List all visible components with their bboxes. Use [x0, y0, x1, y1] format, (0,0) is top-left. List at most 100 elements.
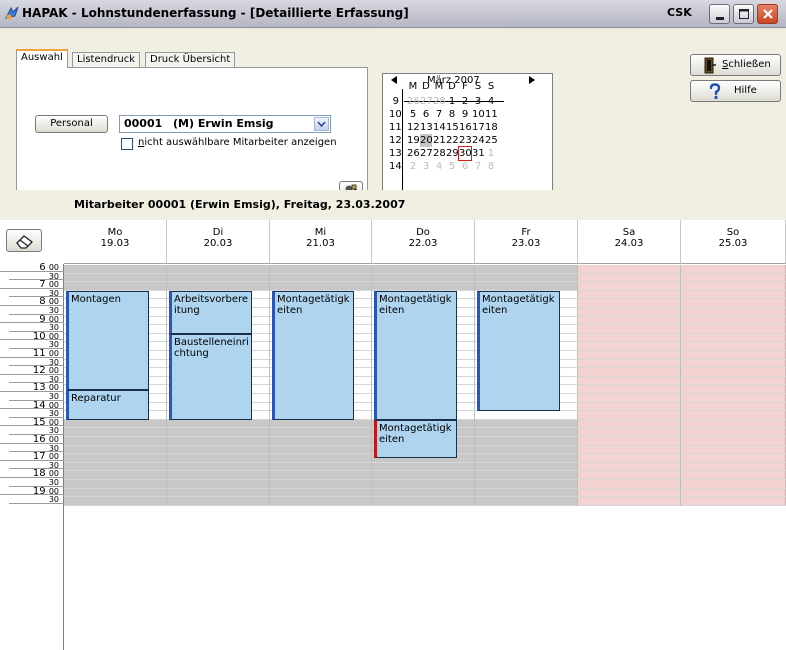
time-entry[interactable]: Montagetätigkeiten [374, 419, 457, 459]
time-slot[interactable] [475, 273, 578, 283]
tab-druck-uebersicht[interactable]: Druck Übersicht [145, 52, 236, 67]
time-slot[interactable] [681, 385, 786, 394]
time-slot[interactable] [681, 471, 786, 480]
time-slot[interactable] [167, 488, 270, 498]
calendar-day[interactable]: 12 [407, 121, 420, 134]
time-slot[interactable] [167, 282, 270, 291]
time-slot[interactable] [167, 497, 270, 506]
time-slot[interactable] [372, 462, 475, 472]
calendar-day[interactable]: 5 [407, 108, 419, 121]
time-slot[interactable] [475, 411, 578, 420]
time-slot[interactable] [167, 265, 270, 274]
calendar-day[interactable]: 18 [485, 121, 498, 134]
time-slot[interactable] [64, 488, 167, 498]
time-slot[interactable] [167, 445, 270, 455]
time-slot[interactable] [578, 497, 681, 506]
calendar-day[interactable]: 2 [407, 160, 419, 173]
time-slot[interactable] [578, 445, 681, 455]
time-slot[interactable] [681, 480, 786, 489]
calendar-day[interactable]: 17 [472, 121, 485, 134]
time-slot[interactable] [681, 325, 786, 334]
time-slot[interactable] [64, 428, 167, 437]
employee-select[interactable]: 00001 (M) Erwin Emsig [119, 115, 331, 133]
time-slot[interactable] [578, 333, 681, 343]
calendar-day[interactable]: 19 [407, 134, 420, 147]
time-slot[interactable] [167, 471, 270, 480]
time-slot[interactable] [681, 265, 786, 274]
day-header-so[interactable]: So 25.03 [681, 220, 786, 264]
time-slot[interactable] [475, 462, 578, 472]
time-slot[interactable] [475, 437, 578, 446]
day-header-di[interactable]: Di 20.03 [167, 220, 270, 264]
time-slot[interactable] [681, 351, 786, 360]
time-slot[interactable] [578, 471, 681, 480]
time-slot[interactable] [270, 265, 372, 274]
calendar-day[interactable]: 29 [446, 147, 459, 160]
title-bar[interactable]: HAPAK - Lohnstundenerfassung - [Detailli… [0, 0, 786, 28]
tab-auswahl[interactable]: Auswahl [16, 49, 68, 68]
day-header-do[interactable]: Do 22.03 [372, 220, 475, 264]
time-slot[interactable] [578, 394, 681, 403]
time-slot[interactable] [578, 273, 681, 283]
calendar-day[interactable]: 3 [420, 160, 432, 173]
time-slot[interactable] [270, 428, 372, 437]
time-slot[interactable] [475, 282, 578, 291]
time-slot[interactable] [681, 299, 786, 308]
day-header-mo[interactable]: Mo 19.03 [64, 220, 167, 264]
time-slot[interactable] [578, 325, 681, 334]
time-slot[interactable] [681, 394, 786, 403]
previous-month-icon[interactable] [391, 76, 397, 84]
time-slot[interactable] [578, 359, 681, 369]
time-slot[interactable] [475, 428, 578, 437]
time-slot[interactable] [681, 376, 786, 386]
time-slot[interactable] [578, 282, 681, 291]
time-slot[interactable] [578, 454, 681, 463]
calendar-day[interactable]: 4 [485, 95, 497, 108]
time-slot[interactable] [475, 471, 578, 480]
time-slot[interactable] [681, 428, 786, 437]
calendar-day[interactable]: 21 [433, 134, 446, 147]
time-slot[interactable] [270, 282, 372, 291]
time-slot[interactable] [372, 265, 475, 274]
time-slot[interactable] [270, 497, 372, 506]
calendar-day[interactable]: 28 [433, 95, 446, 108]
time-slot[interactable] [681, 308, 786, 317]
time-slot[interactable] [167, 428, 270, 437]
calendar-day[interactable]: 26 [407, 147, 420, 160]
time-slot[interactable] [167, 480, 270, 489]
calendar-day[interactable]: 1 [446, 95, 458, 108]
calendar-day[interactable]: 3 [472, 95, 484, 108]
calendar-day[interactable]: 22 [446, 134, 459, 147]
time-entry[interactable]: Reparatur [66, 389, 149, 420]
calendar-day[interactable]: 9 [459, 108, 471, 121]
time-slot[interactable] [64, 265, 167, 274]
time-slot[interactable] [64, 471, 167, 480]
time-slot[interactable] [167, 454, 270, 463]
calendar-day[interactable]: 31 [472, 147, 485, 160]
show-unselectable-label[interactable]: nicht auswählbare Mitarbeiter anzeigen [138, 137, 337, 148]
time-slot[interactable] [372, 488, 475, 498]
time-slot[interactable] [578, 342, 681, 351]
help-button[interactable]: Hilfe [690, 80, 781, 102]
calendar-day[interactable]: 5 [446, 160, 458, 173]
time-slot[interactable] [167, 437, 270, 446]
time-slot[interactable] [681, 368, 786, 377]
time-slot[interactable] [578, 368, 681, 377]
time-slot[interactable] [270, 437, 372, 446]
day-header-fr[interactable]: Fr 23.03 [475, 220, 578, 264]
calendar-day[interactable]: 8 [446, 108, 458, 121]
calendar-day[interactable]: 27 [420, 147, 433, 160]
calendar-day[interactable]: 4 [433, 160, 445, 173]
time-slot[interactable] [167, 462, 270, 472]
time-slot[interactable] [681, 462, 786, 472]
calendar-day[interactable]: 27 [420, 95, 433, 108]
calendar-day[interactable]: 2 [459, 95, 471, 108]
calendar-day[interactable]: 1 [485, 147, 497, 160]
time-entry[interactable]: Arbeitsvorbereitung [169, 290, 252, 334]
personal-button[interactable]: Personal [35, 115, 108, 133]
time-slot[interactable] [64, 497, 167, 506]
time-slot[interactable] [64, 419, 167, 429]
time-entry[interactable]: Montagetätigkeiten [477, 290, 560, 412]
calendar-day[interactable]: 7 [433, 108, 445, 121]
time-entry[interactable]: Montagetätigkeiten [374, 290, 457, 420]
